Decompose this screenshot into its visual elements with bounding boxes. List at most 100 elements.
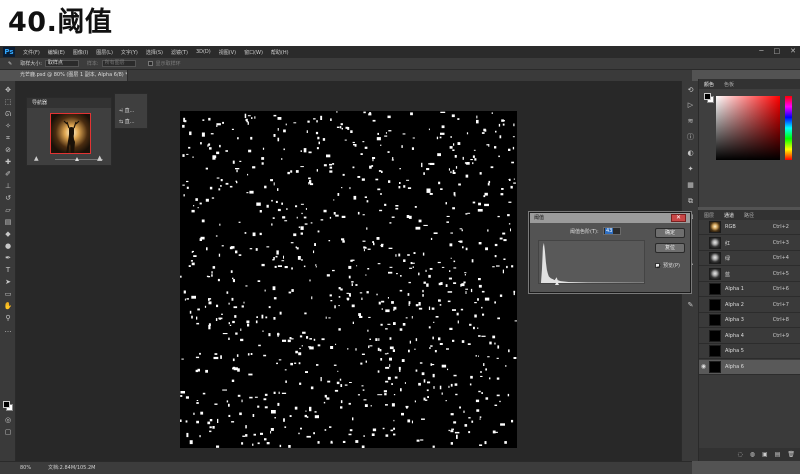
menu-type[interactable]: 文字(Y) — [121, 49, 138, 56]
menu-help[interactable]: 帮助(H) — [271, 49, 289, 56]
speckle — [342, 240, 345, 243]
document-tab[interactable]: 光芒鹿.psd @ 80% (图层 1 副本, Alpha 6/8) * — [16, 70, 128, 81]
reset-button[interactable]: 复位 — [655, 243, 685, 253]
channel-row[interactable]: RGB Ctrl+2 — [699, 220, 800, 235]
crop-tool-icon[interactable]: ⌗ — [3, 134, 13, 142]
show-ring-checkbox[interactable] — [147, 61, 153, 66]
stamp-tool-icon[interactable]: ⊥ — [3, 182, 13, 190]
speckle — [395, 254, 397, 257]
speckle — [272, 286, 276, 291]
channel-row[interactable]: 绿 Ctrl+4 — [699, 251, 800, 266]
marquee-tool-icon[interactable]: ⬚ — [3, 98, 13, 106]
close-icon[interactable]: ✕ — [790, 47, 796, 55]
speckle — [363, 435, 365, 437]
menu-filter[interactable]: 滤镜(T) — [171, 49, 188, 56]
menu-image[interactable]: 图像(I) — [73, 49, 88, 56]
menu-edit[interactable]: 编辑(E) — [48, 49, 65, 56]
dialog-close-button[interactable]: ✕ — [671, 214, 686, 222]
channel-row[interactable]: 蓝 Ctrl+5 — [699, 267, 800, 282]
navigator-thumbnail[interactable] — [50, 113, 91, 154]
visibility-eye-icon[interactable]: ◉ — [700, 363, 707, 370]
hue-slider[interactable] — [785, 96, 792, 160]
shape-tool-icon[interactable]: ▭ — [3, 290, 13, 298]
type-tool-icon[interactable]: T — [3, 266, 13, 274]
menu-file[interactable]: 文件(F) — [23, 49, 40, 56]
sample-size-select[interactable]: 取样点 — [44, 60, 79, 67]
navigator-zoom-slider[interactable] — [55, 159, 103, 160]
properties-icon[interactable]: ⇆ 直... — [119, 118, 135, 125]
menu-view[interactable]: 视图(V) — [219, 49, 236, 56]
quick-mask-icon[interactable]: ◎ — [3, 416, 13, 424]
styles-icon[interactable]: ✦ — [686, 165, 695, 174]
tab-channels[interactable]: 通道 — [724, 212, 734, 219]
tab-swatches[interactable]: 色板 — [724, 81, 734, 88]
pen-tool-icon[interactable]: ✒ — [3, 254, 13, 262]
eraser-tool-icon[interactable]: ▱ — [3, 206, 13, 214]
layer-comps-icon[interactable]: ▦ — [686, 181, 695, 190]
channel-row[interactable]: ◉ Alpha 6 — [699, 359, 800, 375]
zoom-tool-icon[interactable]: ⚲ — [3, 314, 13, 322]
screen-mode-icon[interactable]: ▢ — [3, 428, 13, 436]
foreground-color-swatch[interactable] — [3, 401, 10, 408]
navigator-zoom-knob[interactable] — [75, 157, 79, 161]
lasso-tool-icon[interactable]: ᘏ — [3, 110, 13, 118]
clone-source-icon[interactable]: ⧉ — [686, 197, 695, 206]
gradient-tool-icon[interactable]: ▤ — [3, 218, 13, 226]
threshold-canvas[interactable] — [180, 111, 517, 448]
speckle — [422, 252, 425, 256]
eyedropper-icon[interactable]: ✎ — [8, 61, 12, 67]
channel-row[interactable]: Alpha 1 Ctrl+6 — [699, 282, 800, 297]
eyedropper-tool-icon[interactable]: ⊘ — [3, 146, 13, 154]
zoom-out-icon[interactable]: ▲ — [34, 155, 39, 162]
more-tools-icon[interactable]: … — [3, 326, 13, 334]
actions-icon[interactable]: ▷ — [686, 101, 695, 110]
menu-window[interactable]: 窗口(W) — [244, 49, 263, 56]
channel-row[interactable]: Alpha 3 Ctrl+8 — [699, 313, 800, 328]
brush-tool-icon[interactable]: ✐ — [3, 170, 13, 178]
color-picker-field[interactable] — [716, 96, 780, 160]
sample-select[interactable]: 所有图层 — [101, 60, 136, 67]
threshold-level-input[interactable]: 43 — [603, 227, 621, 235]
new-channel-icon[interactable]: ▣ — [762, 451, 768, 458]
panel-foreground-swatch[interactable] — [704, 93, 711, 100]
load-selection-icon[interactable]: ◌ — [738, 451, 743, 458]
history-icon[interactable]: ⟲ — [686, 86, 695, 95]
move-tool-icon[interactable]: ✥ — [3, 86, 13, 94]
channel-row[interactable]: Alpha 4 Ctrl+9 — [699, 329, 800, 344]
adjustments-icon[interactable]: ◐ — [686, 149, 695, 158]
threshold-slider-pointer[interactable] — [555, 281, 559, 285]
channel-row[interactable]: Alpha 5 — [699, 344, 800, 359]
dodge-tool-icon[interactable]: ● — [3, 242, 13, 250]
info-icon[interactable]: ⓘ — [686, 133, 695, 142]
history-brush-icon[interactable]: ↺ — [3, 194, 13, 202]
zoom-in-icon[interactable]: ▲ — [97, 154, 102, 162]
channel-options-icon[interactable]: ▤ — [775, 451, 781, 458]
delete-channel-icon[interactable]: 🗑 — [787, 451, 795, 458]
menu-select[interactable]: 选择(S) — [146, 49, 163, 56]
channel-row[interactable]: Alpha 2 Ctrl+7 — [699, 298, 800, 313]
menu-3d[interactable]: 3D(D) — [196, 49, 211, 55]
path-select-tool-icon[interactable]: ➤ — [3, 278, 13, 286]
zoom-readout[interactable]: 80% — [20, 462, 31, 474]
tab-layers[interactable]: 图层 — [704, 212, 714, 219]
minimize-icon[interactable]: ─ — [759, 47, 763, 55]
brush-settings-icon[interactable]: ≋ — [686, 117, 695, 126]
channel-row[interactable]: 红 Ctrl+3 — [699, 236, 800, 251]
threshold-dialog-title[interactable]: 阈值 — [530, 213, 690, 223]
blur-tool-icon[interactable]: ◆ — [3, 230, 13, 238]
save-selection-icon[interactable]: ◍ — [750, 451, 755, 458]
maximize-icon[interactable]: □ — [774, 47, 781, 55]
ok-button[interactable]: 确定 — [655, 228, 685, 238]
hand-tool-icon[interactable]: ✋ — [3, 302, 13, 310]
navigator-title[interactable]: 导航器 — [27, 98, 111, 108]
tab-paths[interactable]: 路径 — [744, 212, 754, 219]
speckle — [391, 301, 394, 304]
magic-wand-tool-icon[interactable]: ✧ — [3, 122, 13, 130]
menu-layer[interactable]: 图层(L) — [96, 49, 113, 56]
preview-checkbox[interactable] — [655, 263, 661, 269]
speckle — [273, 134, 276, 137]
notes-icon[interactable]: ✎ — [686, 301, 695, 310]
tab-color[interactable]: 颜色 — [704, 81, 714, 88]
healing-tool-icon[interactable]: ✚ — [3, 158, 13, 166]
histogram-icon[interactable]: ⩤ 直... — [119, 107, 134, 114]
